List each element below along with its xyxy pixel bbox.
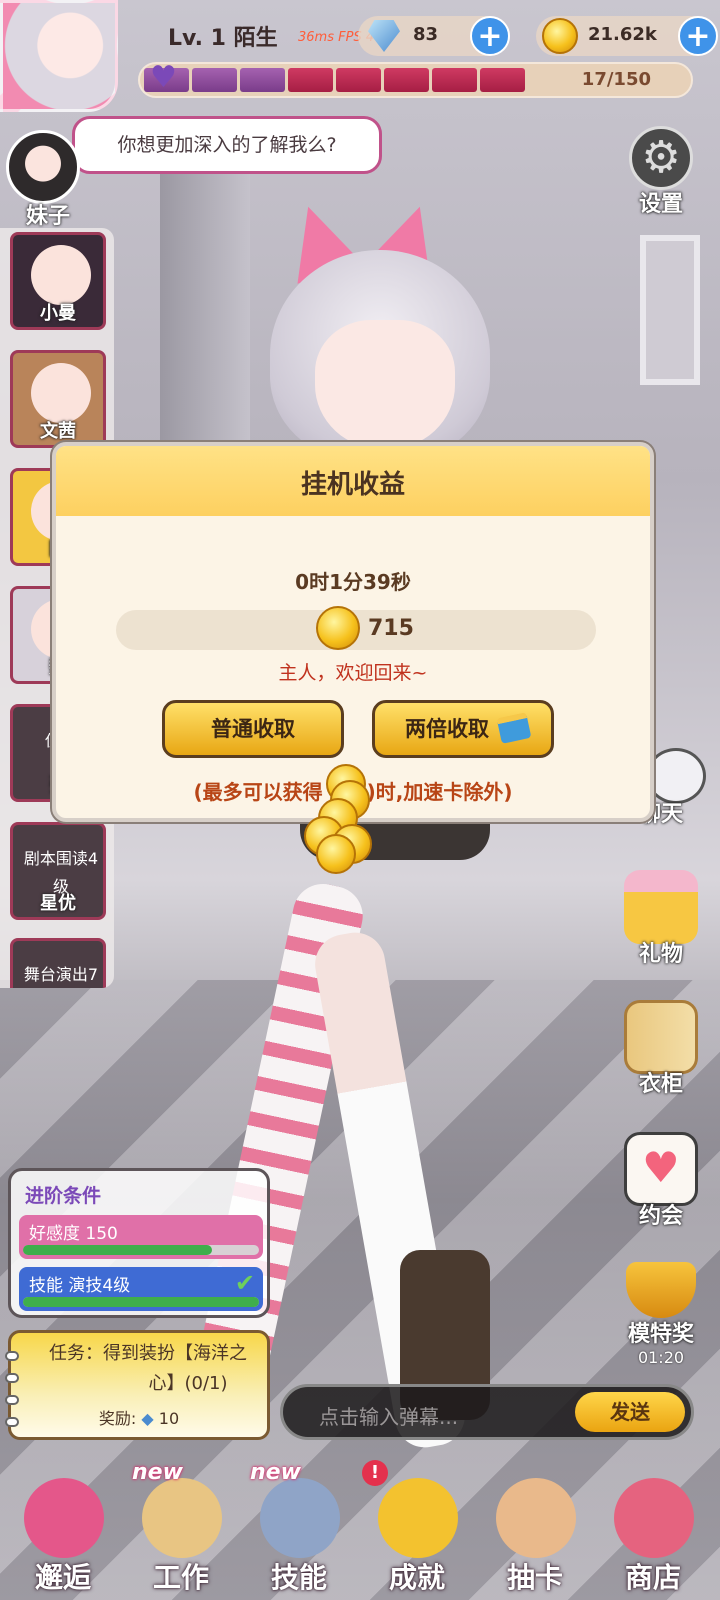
idle-duration: 0时1分39秒 [295, 570, 411, 594]
character-list-item-label: 文茜 [40, 421, 76, 442]
double-collect-button[interactable]: 两倍收取 [372, 700, 554, 758]
new-badge: new [132, 1460, 183, 1485]
nav-item[interactable]: 商店 [594, 1460, 712, 1600]
advancement-condition: 好感度 150 [19, 1215, 263, 1259]
gear-icon: ⚙ [629, 126, 693, 190]
condition-progress-bar [23, 1297, 259, 1307]
condition-progress-bar [23, 1245, 259, 1255]
condition-progress-fill [23, 1245, 212, 1255]
speech-bubble[interactable]: 你想更加深入的了解我么? [72, 116, 382, 174]
trophy-icon [626, 1262, 696, 1318]
nav-item-icon [260, 1478, 340, 1558]
nav-item-icon [496, 1478, 576, 1558]
heart-icon: ♥ [150, 60, 177, 95]
welcome-text: 主人，欢迎回来~ [278, 662, 428, 684]
barrage-input[interactable]: 点击输入弹幕... 发送 [280, 1384, 694, 1440]
character-list-item[interactable]: 剧本围读4级 星优 [10, 822, 106, 920]
nav-item-label: 技能 [270, 1561, 327, 1594]
coin-icon [542, 18, 578, 54]
nav-item[interactable]: new 技能 [240, 1460, 358, 1600]
ping-value: 36ms [298, 30, 334, 45]
nav-item-icon [378, 1478, 458, 1558]
notebook-ring [5, 1351, 19, 1361]
character-list-item[interactable]: 舞台演出7 [10, 938, 106, 988]
idle-reward-amount: 715 [368, 616, 414, 641]
player-name: 陌生 [233, 26, 278, 51]
alert-badge: ! [362, 1460, 388, 1486]
send-button[interactable]: 发送 [575, 1392, 685, 1432]
nav-item[interactable]: 抽卡 [476, 1460, 594, 1600]
date-button[interactable]: ♥ 约会 [616, 1132, 706, 1230]
gold-value: 21.62k [588, 24, 657, 45]
background-picture-frame [640, 235, 700, 385]
character-face[interactable] [315, 320, 455, 450]
diamond-icon: ◆ [141, 1409, 154, 1428]
barrage-placeholder: 点击输入弹幕... [319, 1405, 459, 1429]
player-level: Lv. 1 陌生 [168, 26, 278, 51]
character-list-item-label: 小曼 [40, 303, 76, 324]
notebook-ring [5, 1395, 19, 1405]
affection-bar: ♥ 17/150 [138, 60, 693, 98]
character-list-item-label: 星优 [40, 893, 76, 914]
character-list-item-skill: 舞台演出7 [23, 965, 99, 984]
condition-progress-fill [23, 1297, 259, 1307]
normal-collect-button[interactable]: 普通收取 [162, 700, 344, 758]
nav-item-label: 成就 [388, 1561, 445, 1594]
affection-bar-fill [144, 68, 525, 92]
gold-counter: 21.62k + [536, 16, 718, 56]
coin-stack-effect [296, 764, 376, 874]
video-ad-icon [496, 712, 532, 744]
advancement-panel[interactable]: 进阶条件 好感度 150 技能 演技4级 ✔ [8, 1168, 270, 1318]
condition-label: 技能 演技4级 [29, 1276, 131, 1296]
nav-item-icon [24, 1478, 104, 1558]
settings-button[interactable]: ⚙ 设置 [616, 126, 706, 218]
nav-item-icon [614, 1478, 694, 1558]
quest-reward: 奖励: ◆ 10 [98, 1409, 180, 1428]
character-portrait [31, 363, 91, 423]
gem-value: 83 [413, 24, 439, 45]
nav-item[interactable]: ! 成就 [358, 1460, 476, 1600]
player-avatar[interactable] [0, 0, 118, 112]
diamond-icon [368, 20, 400, 52]
add-gold-button[interactable]: + [678, 16, 718, 56]
new-badge: new [250, 1460, 301, 1485]
quest-panel[interactable]: 任务：得到装扮【海洋之 心】(0/1) 奖励: ◆ 10 [5, 1330, 270, 1440]
girls-avatar-button[interactable] [6, 130, 80, 204]
affection-value: 17/150 [581, 69, 651, 90]
nav-item[interactable]: 邂逅 [4, 1460, 122, 1600]
calendar-heart-icon: ♥ [624, 1132, 698, 1206]
condition-label: 好感度 150 [29, 1224, 118, 1244]
nav-item-label: 抽卡 [506, 1561, 563, 1594]
checkmark-icon: ✔ [234, 1269, 255, 1297]
gem-counter: 83 + [358, 16, 510, 56]
nav-item-label: 商店 [624, 1561, 681, 1594]
wardrobe-button[interactable]: 衣柜 [616, 1000, 706, 1098]
bottom-nav: 邂逅 new 工作 new 技能! 成就 抽卡 商店 [0, 1460, 720, 1600]
gift-icon [624, 870, 698, 944]
add-gems-button[interactable]: + [470, 16, 510, 56]
idle-reward: 715 [116, 606, 596, 650]
model-award-timer: 01:20 [637, 1348, 685, 1367]
character-portrait [31, 245, 91, 305]
nav-item[interactable]: new 工作 [122, 1460, 240, 1600]
nav-item-label: 工作 [152, 1561, 209, 1594]
coin-icon [316, 606, 360, 650]
top-bar: Lv. 1 陌生 36ms FPS 4 83 + 21.62k + ♥ 17/1… [118, 6, 718, 110]
nav-item-icon [142, 1478, 222, 1558]
dialog-title: 挂机收益 [300, 470, 405, 500]
advancement-title: 进阶条件 [25, 1185, 102, 1207]
nav-item-label: 邂逅 [34, 1561, 91, 1594]
character-list-item[interactable]: 小曼 [10, 232, 106, 330]
wardrobe-icon [624, 1000, 698, 1074]
quest-text: 任务：得到装扮【海洋之 心】(0/1) [49, 1343, 247, 1394]
girls-label: 妹子 [25, 204, 70, 229]
advancement-condition: 技能 演技4级 ✔ [19, 1267, 263, 1311]
model-award-button[interactable]: 模特奖 01:20 [616, 1262, 706, 1367]
character-list-item[interactable]: 文茜 [10, 350, 106, 448]
gift-button[interactable]: 礼物 [616, 870, 706, 968]
notebook-ring [5, 1373, 19, 1383]
